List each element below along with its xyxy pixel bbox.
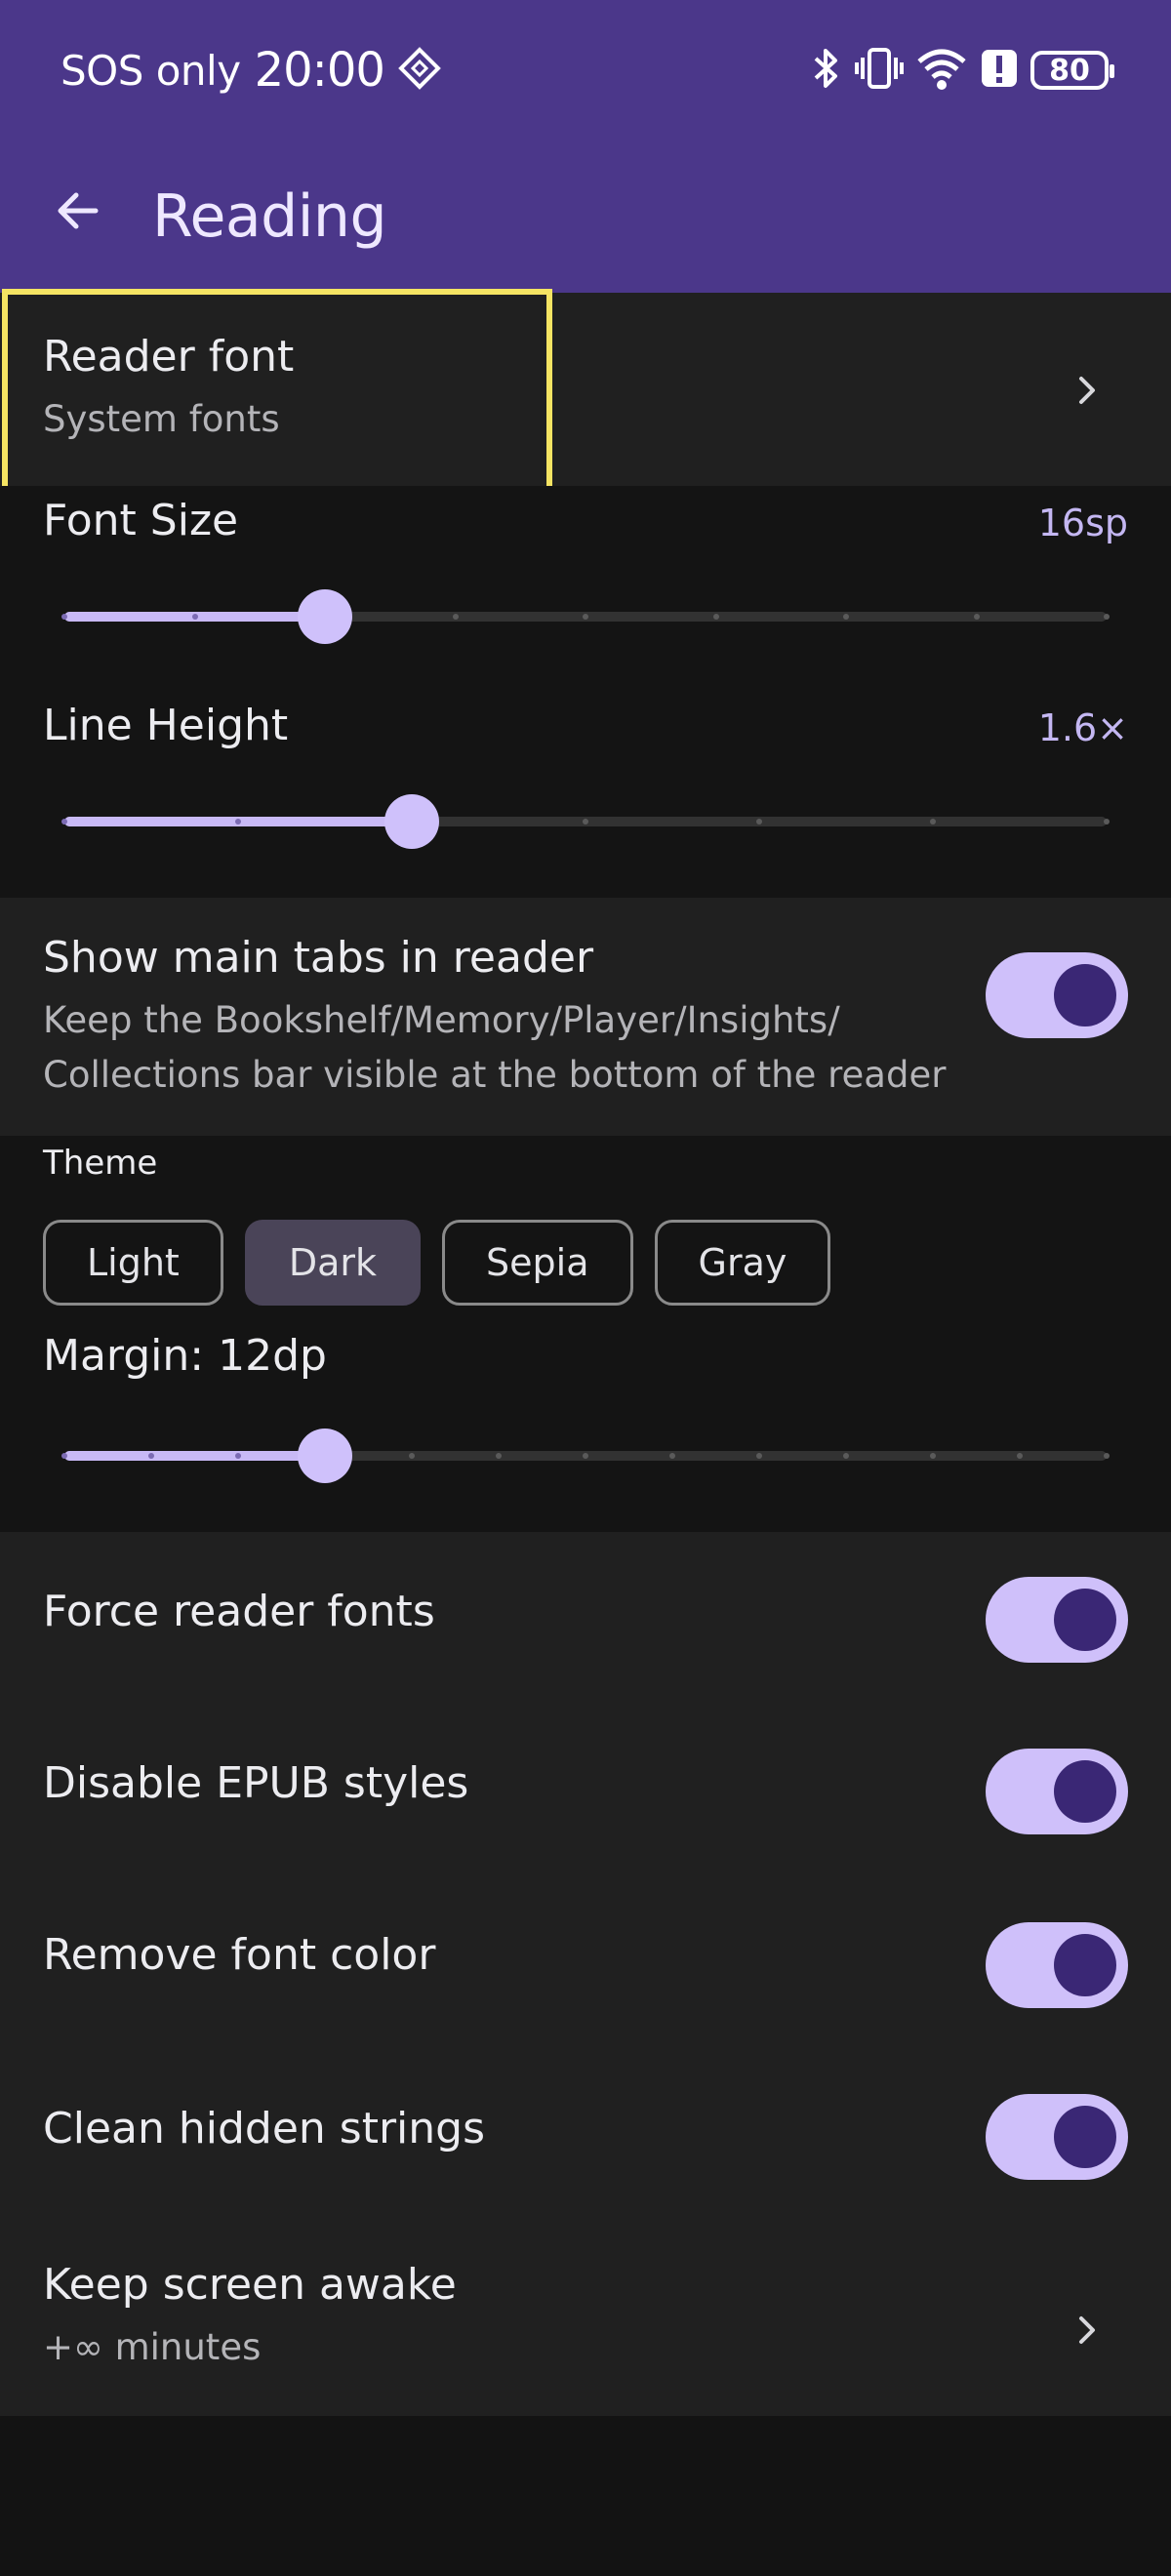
toggle-list: Force reader fonts Disable EPUB styles R… — [0, 1532, 1171, 2416]
switch-knob — [1054, 1934, 1116, 1996]
slider-tick — [235, 1453, 241, 1459]
show-main-tabs-row[interactable]: Show main tabs in reader Keep the Booksh… — [0, 898, 1171, 1136]
force-reader-fonts-label: Force reader fonts — [43, 1587, 435, 1636]
slider-tick — [61, 819, 67, 825]
slider-tick — [191, 614, 198, 620]
font-size-value: 16sp — [1037, 502, 1128, 544]
switch-knob — [1054, 964, 1116, 1026]
slider-tick — [1017, 1453, 1023, 1459]
switch-knob — [1054, 1760, 1116, 1823]
force-reader-fonts-switch[interactable] — [986, 1577, 1128, 1663]
font-size-label: Font Size — [43, 496, 239, 545]
remove-font-color-label: Remove font color — [43, 1930, 436, 1980]
slider-tick — [930, 819, 936, 825]
slider-tick — [843, 614, 849, 620]
font-size-slider[interactable] — [61, 587, 1110, 646]
slider-tick — [712, 614, 719, 620]
slider-tick — [843, 1453, 849, 1459]
disable-epub-styles-switch[interactable] — [986, 1749, 1128, 1834]
slider-tick — [930, 1453, 936, 1459]
show-main-tabs-desc-2: Collections bar visible at the bottom of… — [43, 1054, 947, 1096]
slider-tick — [756, 1453, 762, 1459]
keep-screen-awake-row[interactable]: Keep screen awake +∞ minutes — [0, 2225, 1171, 2416]
app-bar: Reading — [0, 141, 1171, 293]
back-arrow-icon — [58, 192, 99, 229]
slider-tick — [1104, 819, 1110, 825]
slider-tick — [235, 819, 241, 825]
back-button[interactable] — [43, 176, 113, 246]
margin-slider[interactable] — [61, 1427, 1110, 1485]
status-left: SOS only 20:00 — [61, 41, 441, 100]
clean-hidden-strings-label: Clean hidden strings — [43, 2104, 485, 2153]
slider-thumb[interactable] — [384, 794, 439, 849]
diamond-icon — [398, 47, 441, 94]
battery-icon: 80 — [1030, 51, 1114, 90]
slider-tick — [452, 614, 459, 620]
slider-tick — [583, 1453, 588, 1459]
slider-tick — [409, 1453, 415, 1459]
slider-thumb[interactable] — [298, 1429, 352, 1483]
line-height-label: Line Height — [43, 701, 289, 750]
theme-chip-light[interactable]: Light — [43, 1220, 223, 1306]
margin-label: Margin: 12dp — [43, 1331, 327, 1381]
text-size-section: Font Size 16sp Line Height 1.6× — [0, 486, 1171, 898]
alert-icon — [980, 46, 1019, 95]
page-title: Reading — [152, 182, 387, 251]
slider-tick — [583, 819, 588, 825]
slider-thumb[interactable] — [298, 589, 352, 644]
status-right: 80 — [810, 41, 1114, 100]
wifi-icon — [915, 46, 968, 95]
keep-screen-awake-title: Keep screen awake — [43, 2260, 457, 2310]
reader-font-title: Reader font — [43, 332, 295, 382]
theme-chip-dark[interactable]: Dark — [244, 1220, 422, 1306]
switch-knob — [1054, 2106, 1116, 2168]
line-height-value: 1.6× — [1037, 706, 1128, 749]
show-main-tabs-switch[interactable] — [986, 952, 1128, 1038]
reader-font-row[interactable]: Reader font System fonts — [0, 293, 1171, 486]
remove-font-color-switch[interactable] — [986, 1922, 1128, 2008]
vibrate-icon — [855, 46, 904, 95]
show-main-tabs-title: Show main tabs in reader — [43, 933, 594, 983]
slider-tick — [1104, 614, 1110, 620]
slider-tick — [496, 1453, 502, 1459]
chevron-right-icon — [1079, 377, 1095, 404]
clock: 20:00 — [254, 43, 385, 98]
theme-chips: Light Dark Sepia Gray — [43, 1220, 831, 1306]
disable-epub-styles-label: Disable EPUB styles — [43, 1758, 469, 1808]
theme-label: Theme — [43, 1144, 158, 1183]
show-main-tabs-desc-1: Keep the Bookshelf/Memory/Player/Insight… — [43, 999, 840, 1041]
slider-tick — [973, 614, 980, 620]
reader-font-subtitle: System fonts — [43, 398, 280, 440]
slider-tick — [669, 1453, 675, 1459]
bluetooth-icon — [810, 46, 843, 95]
slider-fill — [64, 1451, 325, 1461]
status-bar: SOS only 20:00 80 — [0, 0, 1171, 141]
slider-tick — [61, 614, 67, 620]
slider-tick — [583, 614, 588, 620]
theme-chip-sepia[interactable]: Sepia — [442, 1220, 633, 1306]
carrier-text: SOS only — [61, 46, 241, 95]
slider-tick — [148, 1453, 154, 1459]
keep-screen-awake-subtitle: +∞ minutes — [43, 2326, 262, 2368]
theme-chip-gray[interactable]: Gray — [654, 1220, 831, 1306]
slider-tick — [756, 819, 762, 825]
chevron-right-icon — [1079, 2316, 1095, 2344]
clean-hidden-strings-switch[interactable] — [986, 2094, 1128, 2180]
line-height-slider[interactable] — [61, 792, 1110, 851]
switch-knob — [1054, 1589, 1116, 1651]
slider-tick — [61, 1453, 67, 1459]
slider-tick — [1104, 1453, 1110, 1459]
